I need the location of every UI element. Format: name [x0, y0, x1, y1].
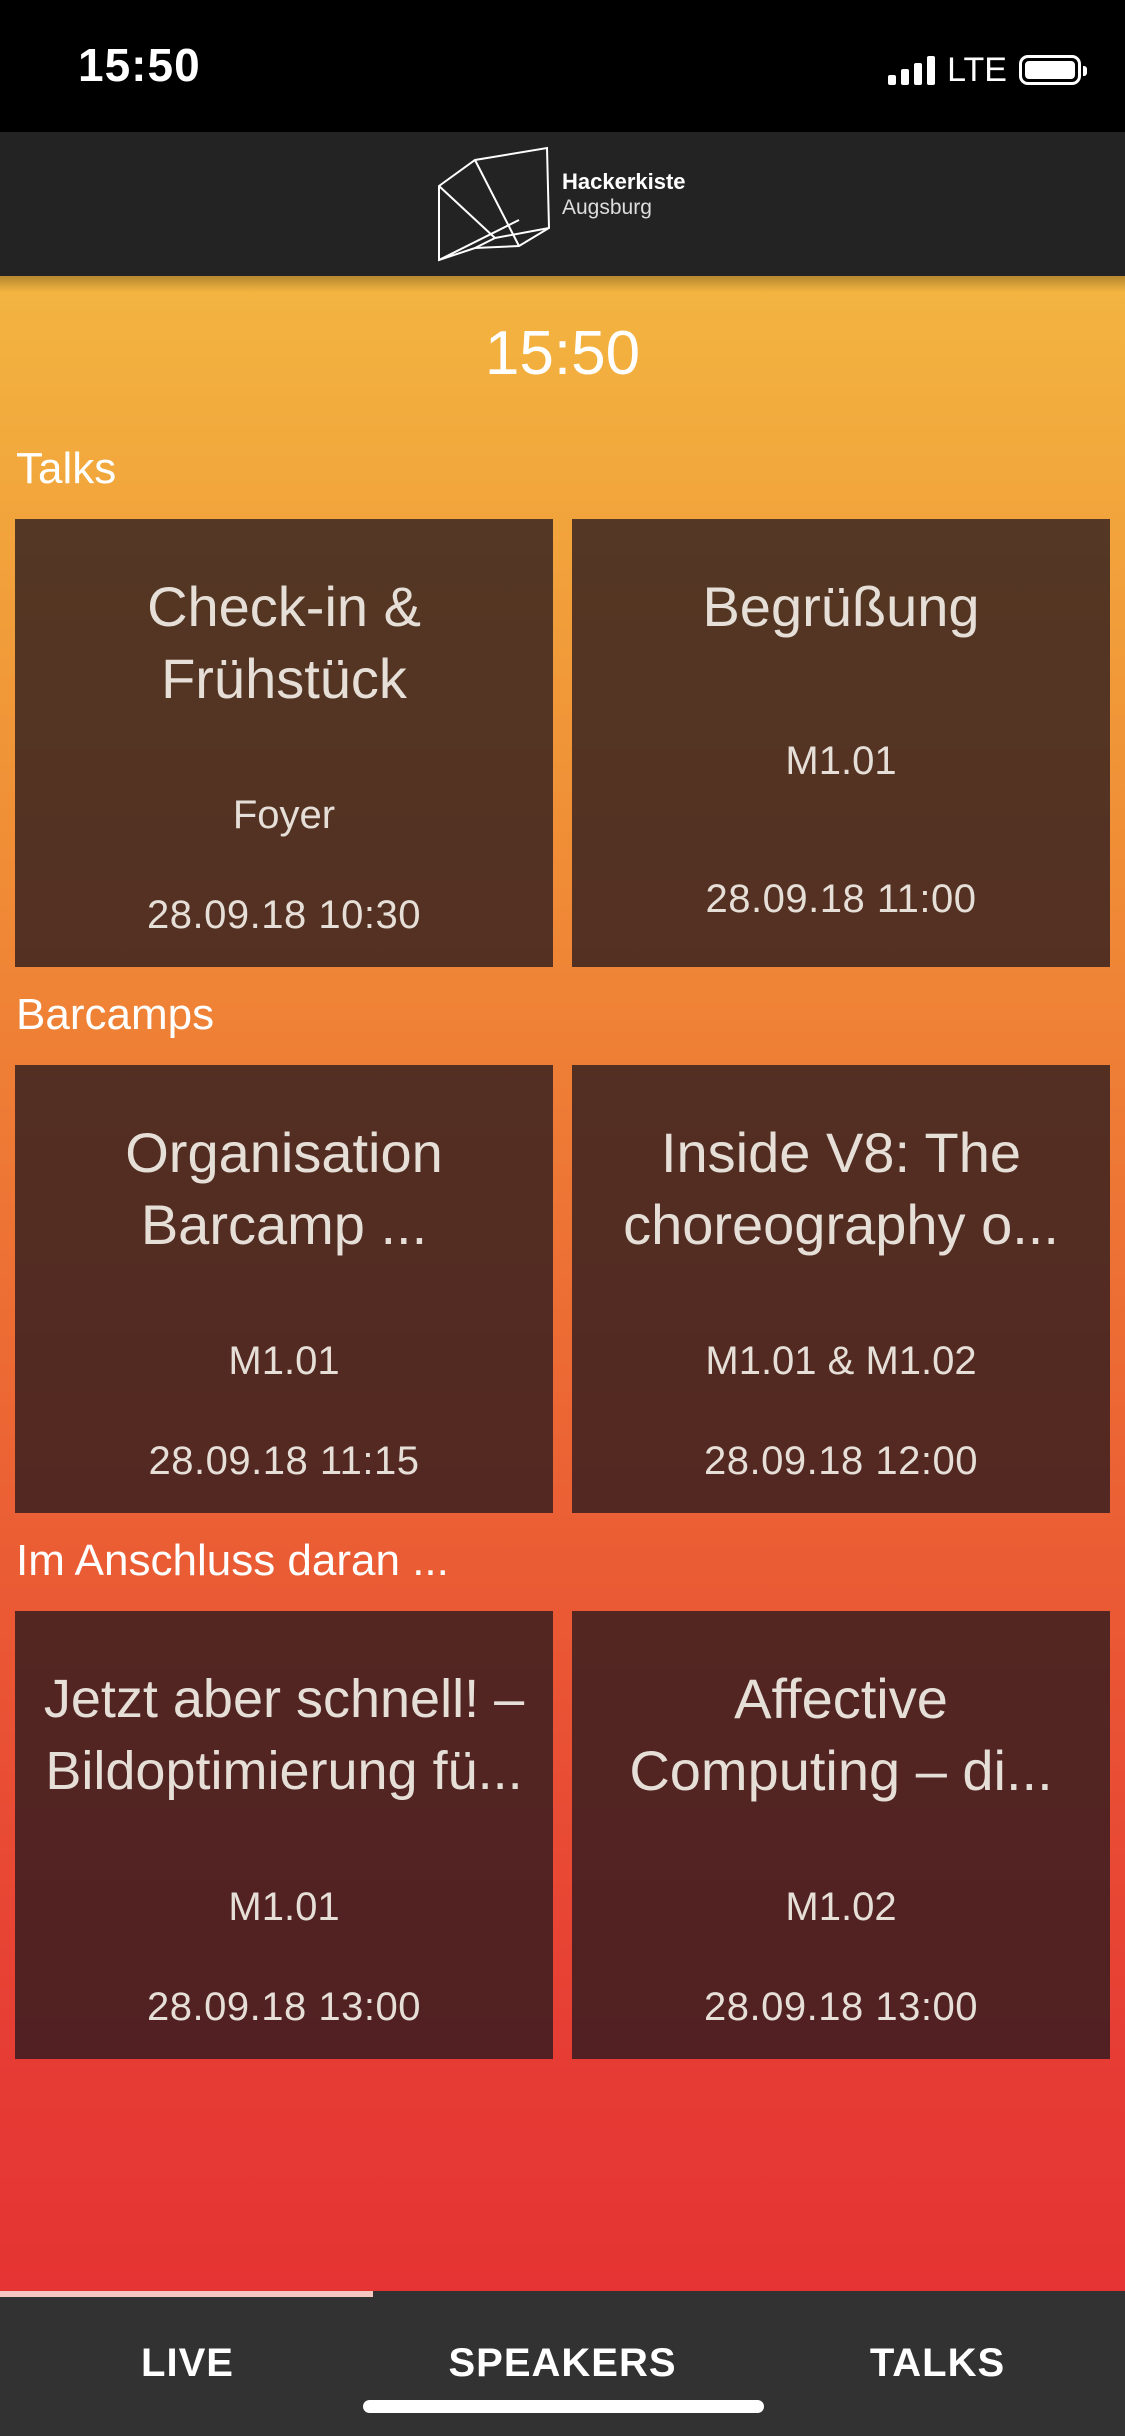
session-datetime: 28.09.18 10:30 [147, 893, 421, 937]
logo-subtitle: Augsburg [562, 196, 652, 219]
session-title: Check-in & Frühstück [147, 575, 421, 710]
logo-title: Hackerkiste [562, 169, 686, 194]
battery-icon [1019, 55, 1087, 85]
tab-talks[interactable]: TALKS [750, 2341, 1125, 2386]
session-card[interactable]: Inside V8: The choreography o... M1.01 &… [572, 1065, 1110, 1513]
session-title: Begrüßung [702, 575, 980, 638]
app-header: Hackerkiste Augsburg [0, 132, 1125, 276]
current-time: 15:50 [484, 319, 641, 388]
session-room: M1.02 [785, 1885, 897, 1929]
section-title-barcamps: Barcamps [16, 990, 215, 1039]
session-datetime: 28.09.18 11:15 [148, 1439, 420, 1483]
session-datetime: 28.09.18 13:00 [704, 1985, 978, 2029]
session-card[interactable]: Jetzt aber schnell! – Bildoptimierung fü… [15, 1611, 553, 2059]
session-room: M1.01 [228, 1885, 340, 1929]
session-title: Affective Computing – di... [629, 1667, 1053, 1802]
session-card[interactable]: Begrüßung M1.01 28.09.18 11:00 [572, 519, 1110, 967]
session-datetime: 28.09.18 12:00 [704, 1439, 978, 1483]
status-bar: 15:50 LTE [0, 0, 1125, 132]
session-title: Organisation Barcamp ... [125, 1121, 443, 1256]
tab-live[interactable]: LIVE [0, 2341, 375, 2386]
cellular-signal-icon [888, 55, 936, 85]
status-indicators: LTE [888, 50, 1087, 90]
session-room: M1.01 & M1.02 [705, 1339, 977, 1383]
session-datetime: 28.09.18 13:00 [147, 1985, 421, 2029]
session-card[interactable]: Check-in & Frühstück Foyer 28.09.18 10:3… [15, 519, 553, 967]
active-tab-indicator [0, 2291, 373, 2297]
network-type: LTE [947, 50, 1007, 89]
session-datetime: 28.09.18 11:00 [705, 877, 977, 921]
tab-bar: LIVE SPEAKERS TALKS [0, 2291, 1125, 2436]
tab-speakers[interactable]: SPEAKERS [375, 2341, 750, 2386]
session-room: M1.01 [785, 739, 897, 783]
session-room: Foyer [232, 793, 336, 837]
session-card[interactable]: Organisation Barcamp ... M1.01 28.09.18 … [15, 1065, 553, 1513]
status-time: 15:50 [78, 39, 201, 91]
session-title: Jetzt aber schnell! – Bildoptimierung fü… [43, 1669, 525, 1801]
session-title: Inside V8: The choreography o... [623, 1121, 1059, 1256]
session-room: M1.01 [228, 1339, 340, 1383]
session-card[interactable]: Affective Computing – di... M1.02 28.09.… [572, 1611, 1110, 2059]
section-title-im-anschluss: Im Anschluss daran ... [16, 1536, 449, 1585]
section-title-talks: Talks [16, 444, 117, 493]
live-content[interactable]: 15:50 Talks Check-in & Frühstück Foyer 2… [0, 276, 1125, 2291]
home-indicator[interactable] [363, 2400, 764, 2413]
